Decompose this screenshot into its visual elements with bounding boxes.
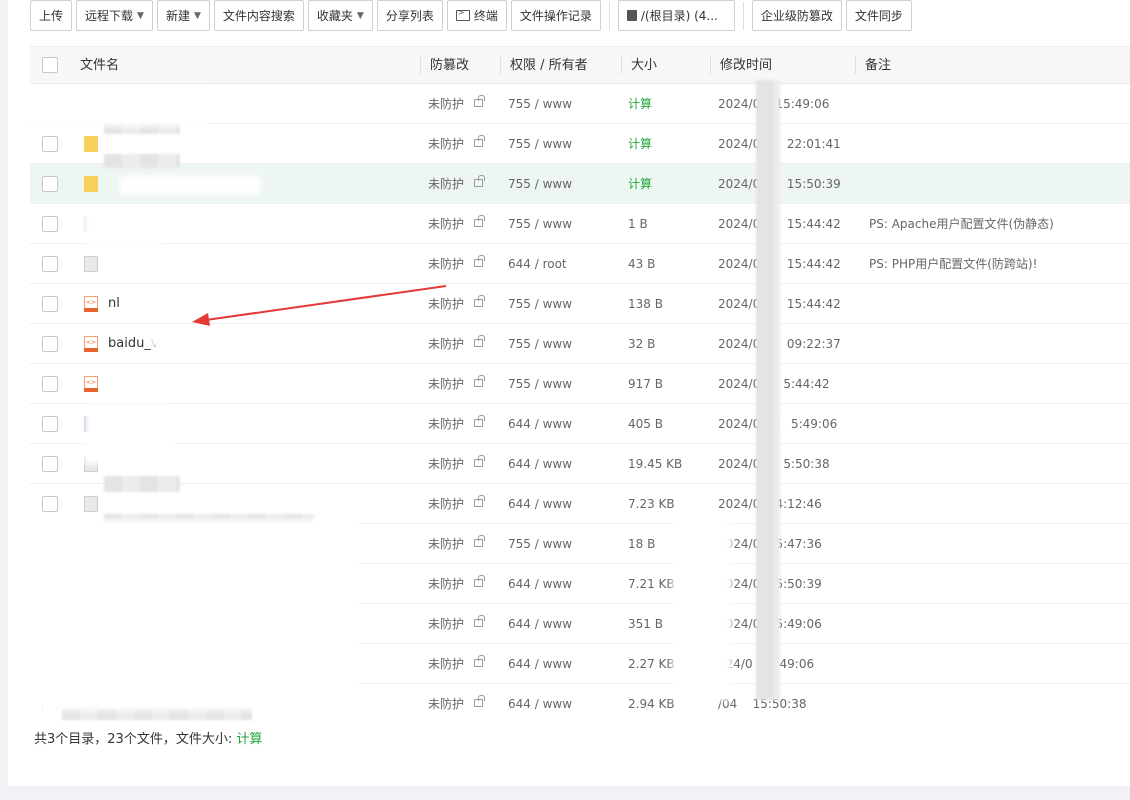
file-summary: 共3个目录，23个文件，文件大小: 计算: [34, 728, 262, 747]
annotation-layer: [192, 285, 447, 326]
annotation-arrow-head: [192, 313, 210, 326]
annotation-arrow-line: [205, 285, 447, 321]
calc-total-link[interactable]: 计算: [236, 732, 262, 747]
summary-text: 共3个目录，23个文件，文件大小:: [34, 732, 237, 747]
